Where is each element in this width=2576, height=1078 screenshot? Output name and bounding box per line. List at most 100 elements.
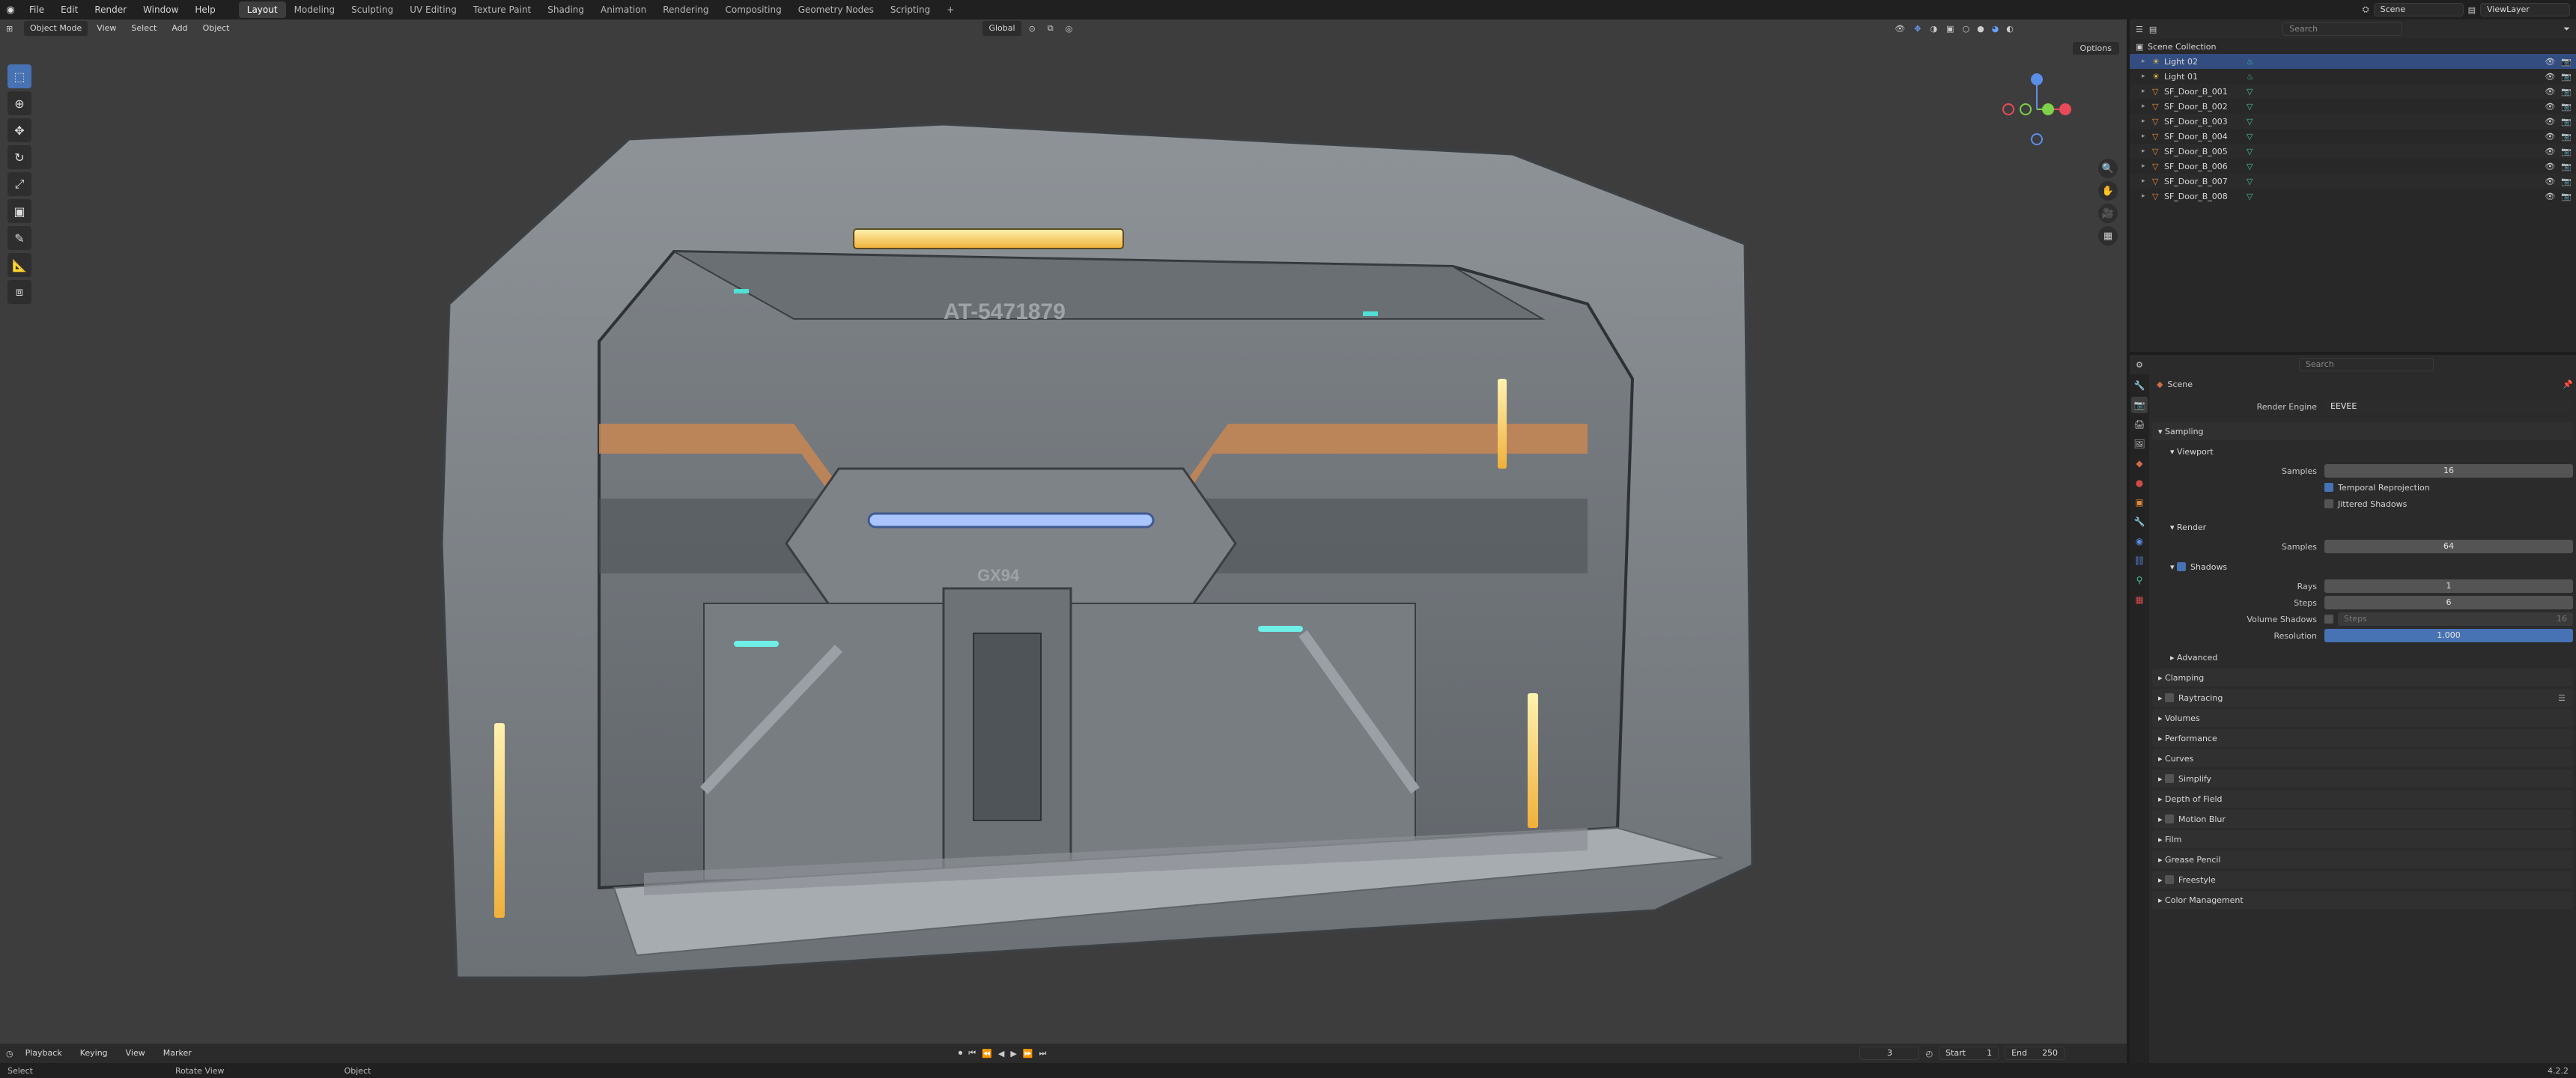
section-curves[interactable]: ▸ Curves xyxy=(2152,749,2573,767)
properties-editor-icon[interactable]: ⚙ xyxy=(2136,360,2143,370)
jump-start-icon[interactable]: ⏮ xyxy=(968,1048,976,1059)
expand-arrow-icon[interactable]: ▸ xyxy=(2142,133,2152,140)
jittered-shadows-checkbox[interactable] xyxy=(2324,499,2333,508)
pin-icon[interactable]: 📌 xyxy=(2563,380,2573,389)
section-performance[interactable]: ▸ Performance xyxy=(2152,729,2573,747)
section-checkbox[interactable] xyxy=(2165,774,2175,783)
render-camera-icon[interactable]: 📷 xyxy=(2561,117,2572,127)
temporal-reprojection-checkbox[interactable] xyxy=(2324,483,2333,492)
render-camera-icon[interactable]: 📷 xyxy=(2561,57,2572,67)
record-icon[interactable]: ⏺ xyxy=(959,1048,963,1059)
expand-arrow-icon[interactable]: ▸ xyxy=(2142,192,2152,200)
section-checkbox[interactable] xyxy=(2165,693,2175,702)
outliner-item[interactable]: ▸ ☀ Light 01 ♨ 👁 📷 xyxy=(2130,69,2576,84)
shading-wireframe-icon[interactable]: ○ xyxy=(1960,24,1972,34)
viewport-menu-select[interactable]: Select xyxy=(125,21,162,36)
menu-render[interactable]: Render xyxy=(86,0,135,19)
section-clamping[interactable]: ▸ Clamping xyxy=(2152,669,2573,686)
outliner-item[interactable]: ▸ ▽ SF_Door_B_003 ▽ 👁 📷 xyxy=(2130,114,2576,129)
outliner-item[interactable]: ▸ ▽ SF_Door_B_007 ▽ 👁 📷 xyxy=(2130,174,2576,189)
viewport-menu-object[interactable]: Object xyxy=(197,21,236,36)
render-camera-icon[interactable]: 📷 xyxy=(2561,87,2572,97)
object-tab-icon[interactable]: ▣ xyxy=(2131,494,2148,511)
list-icon[interactable]: ☰ xyxy=(2558,693,2566,703)
render-camera-icon[interactable]: 📷 xyxy=(2561,72,2572,82)
tab-uv-editing[interactable]: UV Editing xyxy=(401,1,465,18)
expand-arrow-icon[interactable]: ▸ xyxy=(2142,58,2152,65)
texture-tab-icon[interactable]: ▦ xyxy=(2131,591,2148,608)
move-tool[interactable]: ✥ xyxy=(7,118,31,142)
outliner-editor-icon[interactable]: ☰ xyxy=(2136,25,2143,34)
gizmo-toggle-icon[interactable]: ✥ xyxy=(1911,24,1924,34)
properties-search-input[interactable]: Search xyxy=(2298,358,2434,371)
outliner-item[interactable]: ▸ ▽ SF_Door_B_001 ▽ 👁 📷 xyxy=(2130,84,2576,99)
menu-edit[interactable]: Edit xyxy=(52,0,86,19)
volume-shadows-checkbox[interactable] xyxy=(2324,615,2333,624)
cursor-tool[interactable]: ⊕ xyxy=(7,91,31,115)
visibility-eye-icon[interactable]: 👁 xyxy=(2545,177,2555,186)
render-camera-icon[interactable]: 📷 xyxy=(2561,132,2572,141)
sampling-section[interactable]: ▾ Sampling xyxy=(2152,422,2573,440)
shading-material-icon[interactable]: ◕ xyxy=(1990,24,2002,34)
select-box-tool[interactable]: ⬚ xyxy=(7,64,31,88)
measure-tool[interactable]: 📐 xyxy=(7,253,31,277)
outliner-item[interactable]: ▸ ▽ SF_Door_B_008 ▽ 👁 📷 xyxy=(2130,189,2576,204)
data-tab-icon[interactable]: ⚲ xyxy=(2131,572,2148,588)
timeline-view-menu[interactable]: View xyxy=(120,1046,151,1061)
overlay-toggle-icon[interactable]: ◑ xyxy=(1927,24,1940,34)
visibility-eye-icon[interactable]: 👁 xyxy=(2545,72,2555,82)
visibility-eye-icon[interactable]: 👁 xyxy=(2545,162,2555,171)
modifier-tab-icon[interactable]: 🔧 xyxy=(2131,514,2148,530)
tab-modeling[interactable]: Modeling xyxy=(286,1,344,18)
prev-keyframe-icon[interactable]: ⏪ xyxy=(982,1049,992,1059)
visibility-eye-icon[interactable]: 👁 xyxy=(2545,87,2555,97)
add-workspace-button[interactable]: + xyxy=(938,1,962,18)
output-tab-icon[interactable]: 🖨 xyxy=(2131,416,2148,433)
volume-steps-field[interactable]: Steps 16 xyxy=(2338,612,2573,626)
pan-hand-icon[interactable]: ✋ xyxy=(2098,181,2118,201)
section-simplify[interactable]: ▸ Simplify xyxy=(2152,770,2573,788)
next-keyframe-icon[interactable]: ⏩ xyxy=(1023,1049,1033,1059)
visibility-eye-icon[interactable]: 👁 xyxy=(2545,147,2555,156)
3d-viewport[interactable]: ⊞ Object Mode View Select Add Object Glo… xyxy=(0,19,2127,1044)
visibility-eye-icon[interactable]: 👁 xyxy=(2545,102,2555,112)
outliner-item[interactable]: ▸ ▽ SF_Door_B_004 ▽ 👁 📷 xyxy=(2130,129,2576,144)
scale-tool[interactable]: ⤢ xyxy=(7,172,31,196)
tab-scripting[interactable]: Scripting xyxy=(882,1,938,18)
outliner-item[interactable]: ▸ ▽ SF_Door_B_005 ▽ 👁 📷 xyxy=(2130,144,2576,159)
scene-tab-icon[interactable]: ◆ xyxy=(2131,455,2148,472)
expand-arrow-icon[interactable]: ▸ xyxy=(2142,118,2152,125)
timeline-editor-icon[interactable]: ◷ xyxy=(6,1049,13,1059)
proportional-edit-icon[interactable]: ◎ xyxy=(1061,24,1078,34)
start-frame-field[interactable]: Start 1 xyxy=(1939,1047,1999,1060)
options-button[interactable]: Options xyxy=(2072,42,2119,55)
visibility-icon[interactable]: 👁 xyxy=(1892,24,1908,34)
constraints-tab-icon[interactable]: ⛓ xyxy=(2131,552,2148,569)
camera-view-icon[interactable]: 🎥 xyxy=(2098,204,2118,223)
outliner-search-input[interactable]: Search xyxy=(2282,22,2403,36)
outliner-item[interactable]: ▸ ▽ SF_Door_B_006 ▽ 👁 📷 xyxy=(2130,159,2576,174)
physics-tab-icon[interactable]: ◉ xyxy=(2131,533,2148,549)
expand-arrow-icon[interactable]: ▸ xyxy=(2142,177,2152,185)
render-samples-field[interactable]: 64 xyxy=(2324,540,2573,553)
render-subsection[interactable]: ▾ Render xyxy=(2152,518,2573,536)
scene-collection-row[interactable]: ▣ Scene Collection xyxy=(2130,39,2576,54)
scene-selector[interactable]: Scene xyxy=(2373,3,2464,16)
resolution-slider[interactable]: 1.000 xyxy=(2324,629,2573,642)
marker-menu[interactable]: Marker xyxy=(157,1046,198,1061)
render-engine-dropdown[interactable]: EEVEE xyxy=(2324,400,2573,413)
outliner-item[interactable]: ▸ ▽ SF_Door_B_002 ▽ 👁 📷 xyxy=(2130,99,2576,114)
section-freestyle[interactable]: ▸ Freestyle xyxy=(2152,871,2573,889)
outliner-item[interactable]: ▸ ☀ Light 02 ♨ 👁 📷 xyxy=(2130,54,2576,69)
advanced-subsection[interactable]: ▸ Advanced xyxy=(2152,648,2573,666)
render-camera-icon[interactable]: 📷 xyxy=(2561,162,2572,171)
jump-end-icon[interactable]: ⏭ xyxy=(1039,1048,1047,1059)
visibility-eye-icon[interactable]: 👁 xyxy=(2545,192,2555,201)
section-film[interactable]: ▸ Film xyxy=(2152,830,2573,848)
navigation-gizmo[interactable] xyxy=(1992,64,2082,154)
steps-field[interactable]: 6 xyxy=(2324,596,2573,609)
rotate-tool[interactable]: ↻ xyxy=(7,145,31,169)
scifi-door-model[interactable]: AT-5471879 GX94 xyxy=(419,94,1947,1023)
section-grease-pencil[interactable]: ▸ Grease Pencil xyxy=(2152,850,2573,868)
render-camera-icon[interactable]: 📷 xyxy=(2561,192,2572,201)
